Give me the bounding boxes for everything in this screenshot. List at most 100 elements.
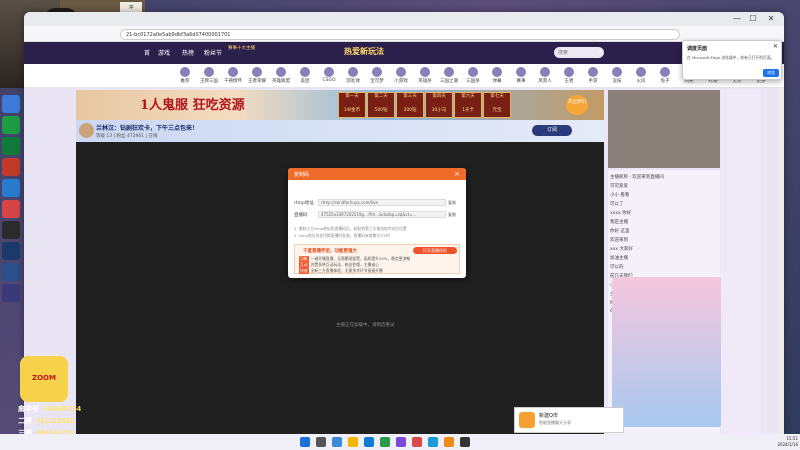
reward-card[interactable]: 第二天 500钻 [367,92,395,118]
category-label: 王者 [564,79,574,84]
maximize-button[interactable]: ☐ [746,13,760,24]
nav-item-hot[interactable]: 热榜 [182,48,194,57]
app-download-popup[interactable]: 新建Q市 智能直播聊天分享 [514,407,624,433]
app-icon[interactable] [396,437,406,447]
category-item[interactable]: 英雄杀 [414,66,436,86]
minimize-button[interactable]: — [730,13,744,24]
category-item[interactable]: 竞技 [606,66,628,86]
category-item[interactable]: 弹幕 [486,66,508,86]
page-scrollbar[interactable] [778,88,784,434]
category-item[interactable]: 王牌三国 [198,66,220,86]
side-promo-art[interactable] [612,277,722,427]
search-input[interactable]: 搜索 [554,47,604,58]
nvidia-icon[interactable] [2,137,20,155]
companion-title: 千度直播伴侣，功能更强大 [303,249,357,254]
reward-card[interactable]: 第六天 1天卡 [454,92,482,118]
app-icon[interactable] [2,242,20,260]
category-label: 赛事 [516,79,526,84]
category-item[interactable]: 羽毛球 [342,66,364,86]
app-icon[interactable] [2,95,20,113]
steam-icon[interactable] [2,263,20,281]
reward-day: 第二天 [374,94,388,99]
category-item[interactable]: 风景人 [534,66,556,86]
category-item[interactable]: 英雄联盟 [270,66,292,86]
stream-code-field[interactable]: 47525x3397202519g...?fm...&dxzbp=zq&ct=.… [318,211,446,218]
reward-card[interactable]: 第七天 元宝 [483,92,511,118]
app-icon[interactable] [460,437,470,447]
subscribe-button[interactable]: 订阅 [532,125,572,136]
room-header: 兰林汉：钻剧狂欢卡，下午三点包来！ 等级 13 | 粉丝 472961 | 在线… [76,120,604,142]
reward-item: 元宝 [492,108,502,113]
logitech-icon[interactable] [2,221,20,239]
category-label: 宝可梦 [370,79,384,84]
streamer-avatar[interactable] [79,123,94,138]
category-item[interactable]: 王者荣耀 [246,66,268,86]
app-icon[interactable] [2,116,20,134]
reward-card[interactable]: 第四天 30小马 [425,92,453,118]
nav-center-title[interactable]: 热爱新玩法 [344,46,384,57]
nav-item-home[interactable]: 首 [144,48,150,57]
category-item[interactable]: 手游 [582,66,604,86]
room-meta: 等级 13 | 粉丝 472961 | 在线 [96,134,158,139]
nav-item-games[interactable]: 游戏 [158,48,170,57]
category-label: 风景人 [538,79,552,84]
category-label: 王牌三国 [200,79,218,84]
chat-message: 可以的 [610,265,624,270]
category-label: 王者荣耀 [248,79,266,84]
copy-rtmp-button[interactable]: 复制 [448,200,456,206]
open-companion-button[interactable]: 打开直播伴侣 [413,247,457,254]
address-input[interactable]: 21-bc0172a0e5ab9dbf3a6d07400001701 [120,29,680,40]
stream-code-label: 直播码 [294,213,308,218]
category-item[interactable]: 火凤 [630,66,652,86]
category-item[interactable]: 三国之潮 [438,66,460,86]
close-icon[interactable]: × [454,170,460,178]
category-item[interactable]: 推荐 [174,66,196,86]
app-icon[interactable] [444,437,454,447]
category-item[interactable]: 兔子 [654,66,676,86]
copy-code-button[interactable]: 复制 [448,212,456,218]
nav-item-fans[interactable]: 粉丝节 [204,48,222,57]
app-icon[interactable] [380,437,390,447]
side-promo-strip[interactable] [721,90,761,434]
search-icon[interactable] [316,437,326,447]
app-icon[interactable] [2,200,20,218]
reward-card[interactable]: 第三天 300钻 [396,92,424,118]
category-label: 千禧情怀 [224,79,242,84]
search-icon[interactable]: ⌕ [599,48,602,56]
edge-icon[interactable] [364,437,374,447]
taskview-icon[interactable] [332,437,342,447]
category-item[interactable]: 赛事 [510,66,532,86]
reward-card[interactable]: 第一天 1W金币 [338,92,366,118]
category-item[interactable]: 千禧情怀 [222,66,244,86]
close-icon[interactable]: ✕ [773,43,778,50]
app-icon[interactable] [428,437,438,447]
chat-message: 小小 看看 [610,193,630,198]
stream-logo: ZOOM [20,356,68,402]
banner-cta-button[interactable]: 开启梦幻 [566,95,588,115]
close-window-button[interactable]: ✕ [764,13,778,24]
side-video-preview[interactable] [608,90,720,168]
taskbar-clock[interactable]: 15:51 2024/1/16 [770,436,798,448]
rtmp-field[interactable]: rtmp://sendfw.huya.com/live [318,199,446,206]
app-icon[interactable] [2,179,20,197]
category-item[interactable]: 小游戏 [390,66,412,86]
reward-day: 第六天 [461,94,475,99]
site-nav: 首 游戏 热榜 粉丝节 赛事十大主播 热爱新玩法 搜索 ⌕ [24,42,784,64]
promo-banner[interactable]: 1人鬼服 狂吃资源 第一天 1W金币 第二天 500钻 第三天 300钻 第四天 30小马 第六… [76,90,604,120]
category-item[interactable]: CSGO [318,66,340,86]
start-icon[interactable] [300,437,310,447]
category-item[interactable]: 三国杀 [462,66,484,86]
category-item[interactable]: 宝可梦 [366,66,388,86]
app-icon[interactable] [2,284,20,302]
app-icon[interactable] [412,437,422,447]
reward-item: 300钻 [403,108,417,113]
category-item[interactable]: 美团 [294,66,316,86]
notification-title: 调度页面 [687,46,708,52]
app-icon[interactable] [2,158,20,176]
category-icon [252,67,262,77]
folder-icon[interactable] [348,437,358,447]
reward-item: 1天卡 [462,108,474,113]
notification-action-button[interactable]: 浏览 [763,69,779,77]
nav-badge[interactable]: 赛事十大主播 [228,45,255,51]
category-item[interactable]: 王者 [558,66,580,86]
